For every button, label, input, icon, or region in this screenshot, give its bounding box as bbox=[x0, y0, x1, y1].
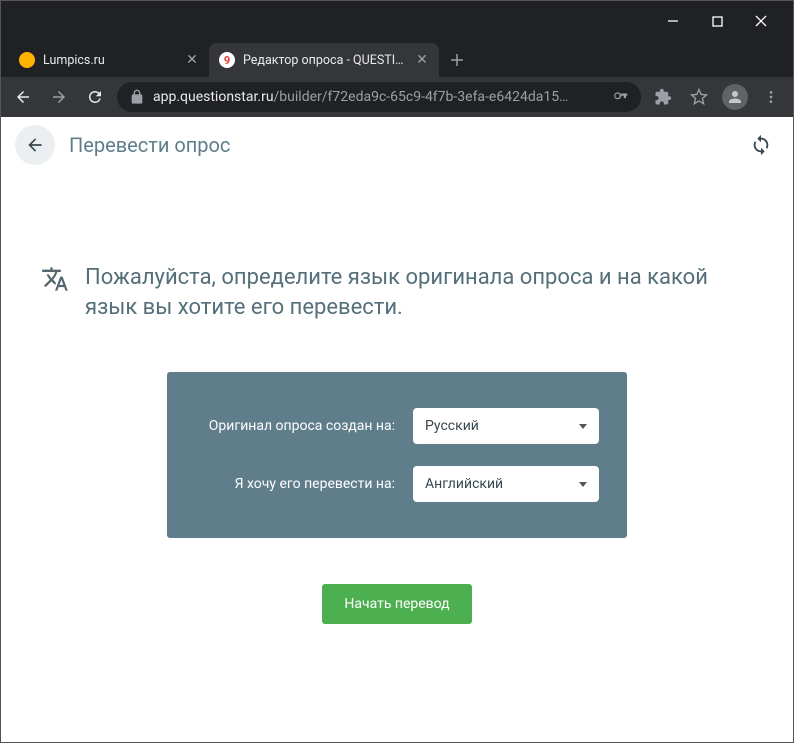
extensions-button[interactable] bbox=[649, 83, 677, 111]
sync-button[interactable] bbox=[743, 127, 779, 163]
app-toolbar: Перевести опрос bbox=[1, 117, 793, 173]
nav-forward-button[interactable] bbox=[45, 83, 73, 111]
window-close[interactable] bbox=[749, 9, 773, 33]
tab-title: Lumpics.ru bbox=[43, 53, 177, 68]
translate-icon bbox=[41, 265, 69, 293]
window-maximize[interactable] bbox=[705, 9, 729, 33]
url-text: app.questionstar.ru/builder/f72eda9c-65c… bbox=[153, 89, 605, 105]
new-tab-button[interactable] bbox=[443, 46, 471, 74]
browser-tab-lumpics[interactable]: Lumpics.ru ✕ bbox=[9, 43, 209, 77]
bookmark-button[interactable] bbox=[685, 83, 713, 111]
favicon-icon: 9 bbox=[219, 52, 235, 68]
tab-close-icon[interactable]: ✕ bbox=[415, 53, 429, 67]
chevron-down-icon bbox=[579, 424, 587, 429]
page-title: Перевести опрос bbox=[69, 133, 743, 157]
nav-reload-button[interactable] bbox=[81, 83, 109, 111]
heading-text: Пожалуйста, определите язык оригинала оп… bbox=[85, 263, 753, 322]
profile-button[interactable] bbox=[721, 83, 749, 111]
key-icon[interactable] bbox=[613, 89, 629, 105]
original-language-row: Оригинал опроса создан на: Русский bbox=[195, 408, 599, 444]
window-controls bbox=[661, 9, 785, 33]
avatar-icon bbox=[722, 84, 748, 110]
tab-strip: Lumpics.ru ✕ 9 Редактор опроса - QUESTIO… bbox=[1, 41, 793, 77]
chevron-down-icon bbox=[579, 482, 587, 487]
address-bar: app.questionstar.ru/builder/f72eda9c-65c… bbox=[1, 77, 793, 117]
tab-title: Редактор опроса - QUESTIONST bbox=[243, 53, 407, 68]
nav-back-button[interactable] bbox=[9, 83, 37, 111]
target-language-select[interactable]: Английский bbox=[413, 466, 599, 502]
select-value: Английский bbox=[425, 476, 503, 492]
original-language-select[interactable]: Русский bbox=[413, 408, 599, 444]
target-language-label: Я хочу его перевести на: bbox=[195, 476, 395, 492]
select-value: Русский bbox=[425, 418, 479, 434]
heading-row: Пожалуйста, определите язык оригинала оп… bbox=[41, 263, 753, 322]
url-input[interactable]: app.questionstar.ru/builder/f72eda9c-65c… bbox=[117, 82, 641, 112]
target-language-row: Я хочу его перевести на: Английский bbox=[195, 466, 599, 502]
tab-close-icon[interactable]: ✕ bbox=[185, 53, 199, 67]
favicon-icon bbox=[19, 52, 35, 68]
lock-icon bbox=[129, 89, 145, 105]
original-language-label: Оригинал опроса создан на: bbox=[195, 418, 395, 434]
browser-tab-questionstar[interactable]: 9 Редактор опроса - QUESTIONST ✕ bbox=[209, 43, 439, 77]
action-row: Начать перевод bbox=[41, 584, 753, 624]
language-panel: Оригинал опроса создан на: Русский Я хоч… bbox=[167, 372, 627, 538]
start-translation-button[interactable]: Начать перевод bbox=[322, 584, 471, 624]
menu-button[interactable] bbox=[757, 83, 785, 111]
browser-window: Lumpics.ru ✕ 9 Редактор опроса - QUESTIO… bbox=[0, 0, 794, 743]
window-titlebar bbox=[1, 1, 793, 41]
window-minimize[interactable] bbox=[661, 9, 685, 33]
app-back-button[interactable] bbox=[15, 125, 55, 165]
page-content: Пожалуйста, определите язык оригинала оп… bbox=[1, 173, 793, 624]
